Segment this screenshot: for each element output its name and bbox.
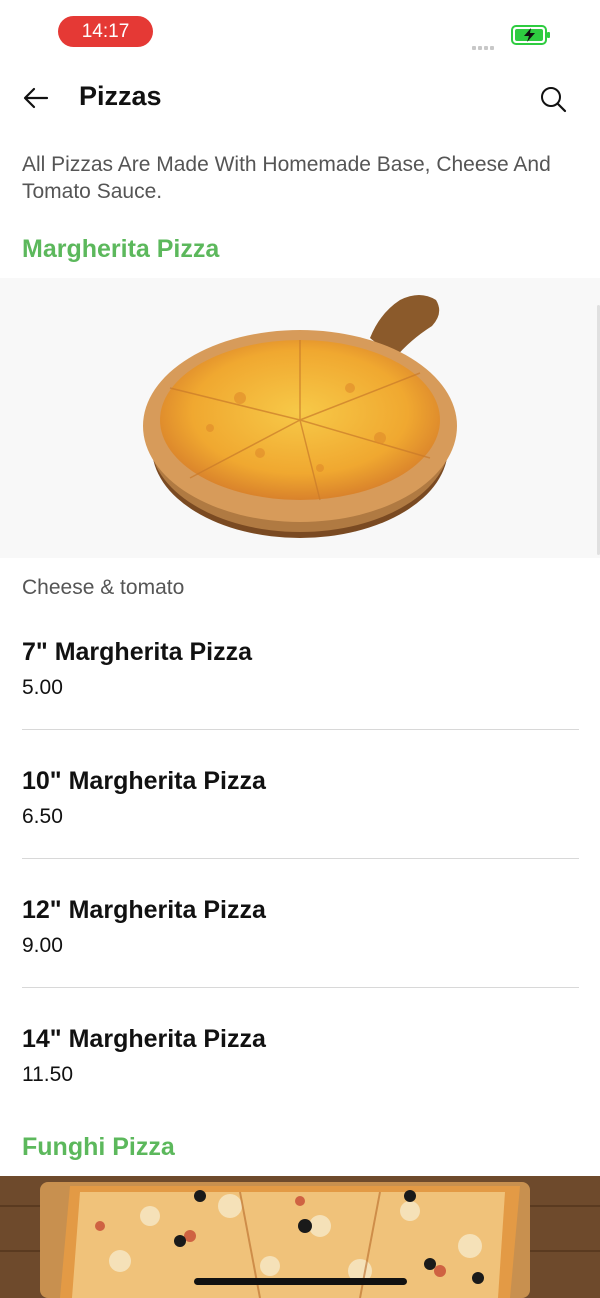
divider	[22, 858, 579, 859]
item-name: 7" Margherita Pizza	[22, 638, 252, 666]
divider	[22, 729, 579, 730]
menu-item[interactable]: 7" Margherita Pizza 5.00	[22, 638, 579, 767]
margherita-pizza-image	[0, 278, 600, 558]
item-name: 14" Margherita Pizza	[22, 1025, 266, 1053]
section-title-margherita: Margherita Pizza	[22, 235, 220, 263]
divider	[22, 987, 579, 988]
home-indicator[interactable]	[194, 1278, 407, 1285]
section-title-funghi: Funghi Pizza	[22, 1133, 175, 1161]
item-price: 6.50	[22, 805, 63, 828]
back-arrow-icon[interactable]	[20, 82, 52, 114]
page-title: Pizzas	[79, 81, 162, 111]
status-bar: 14:17	[0, 0, 600, 62]
status-time: 14:17	[58, 16, 153, 47]
app-header: Pizzas	[0, 62, 600, 134]
search-icon[interactable]	[538, 84, 568, 114]
battery-charging-icon	[511, 25, 550, 45]
signal-icon	[472, 37, 496, 55]
menu-item[interactable]: 12" Margherita Pizza 9.00	[22, 896, 579, 1025]
item-price: 9.00	[22, 934, 63, 957]
menu-item[interactable]: 10" Margherita Pizza 6.50	[22, 767, 579, 896]
section-subtitle: Cheese & tomato	[22, 576, 185, 599]
item-name: 12" Margherita Pizza	[22, 896, 266, 924]
item-name: 10" Margherita Pizza	[22, 767, 266, 795]
item-price: 5.00	[22, 676, 63, 699]
intro-text: All Pizzas Are Made With Homemade Base, …	[22, 153, 551, 203]
item-price: 11.50	[22, 1063, 73, 1086]
